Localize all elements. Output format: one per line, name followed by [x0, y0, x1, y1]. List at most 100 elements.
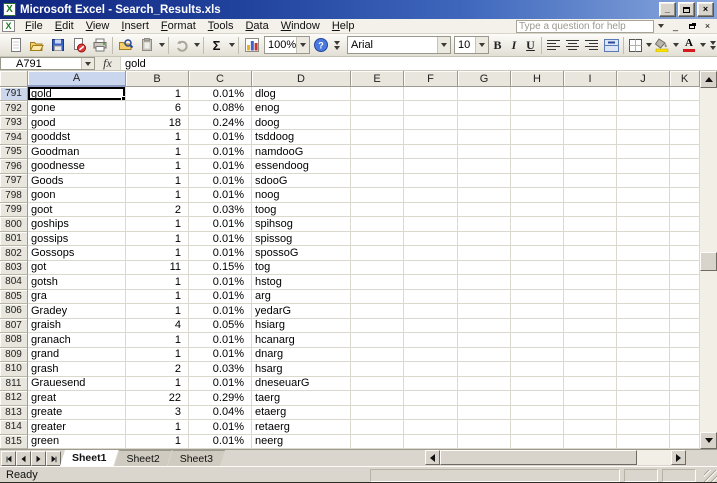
cell-J811[interactable] [617, 376, 670, 392]
cell-A802[interactable]: Gossops [28, 246, 126, 261]
cell-H803[interactable] [511, 260, 564, 276]
cell-F801[interactable] [404, 231, 458, 247]
cell-I811[interactable] [564, 376, 617, 392]
font-color-button[interactable]: A [680, 35, 698, 55]
align-right-button[interactable] [582, 35, 601, 55]
cell-G812[interactable] [458, 391, 511, 406]
cell-F806[interactable] [404, 304, 458, 319]
cell-A814[interactable]: greater [28, 420, 126, 435]
align-center-button[interactable] [563, 35, 582, 55]
workbook-close-button[interactable]: × [701, 20, 714, 32]
cell-F791[interactable] [404, 87, 458, 102]
cell-D802[interactable]: spossoG [252, 246, 351, 261]
cell-I805[interactable] [564, 289, 617, 305]
cell-G806[interactable] [458, 304, 511, 319]
cell-J810[interactable] [617, 362, 670, 377]
cell-B810[interactable]: 2 [126, 362, 189, 377]
cell-K807[interactable] [670, 318, 700, 334]
cell-H799[interactable] [511, 202, 564, 218]
cell-H808[interactable] [511, 333, 564, 348]
cell-J792[interactable] [617, 101, 670, 116]
cell-F795[interactable] [404, 144, 458, 160]
cell-B792[interactable]: 6 [126, 101, 189, 116]
cell-D815[interactable]: neerg [252, 434, 351, 449]
cell-F793[interactable] [404, 115, 458, 131]
cell-K791[interactable] [670, 87, 700, 102]
cell-F800[interactable] [404, 217, 458, 232]
menu-format[interactable]: Format [155, 19, 202, 33]
cell-C815[interactable]: 0.01% [189, 434, 252, 449]
row-header-792[interactable]: 792 [0, 101, 28, 116]
cell-J814[interactable] [617, 420, 670, 435]
cell-D807[interactable]: hsiarg [252, 318, 351, 334]
cell-A803[interactable]: got [28, 260, 126, 276]
cell-I810[interactable] [564, 362, 617, 377]
cell-B798[interactable]: 1 [126, 188, 189, 203]
row-header-805[interactable]: 805 [0, 289, 28, 305]
cell-D812[interactable]: taerg [252, 391, 351, 406]
cell-B803[interactable]: 11 [126, 260, 189, 276]
cell-H811[interactable] [511, 376, 564, 392]
cell-G796[interactable] [458, 159, 511, 174]
standard-toolbar-options[interactable] [331, 35, 343, 56]
search-button[interactable] [115, 35, 136, 55]
cell-H805[interactable] [511, 289, 564, 305]
cell-H801[interactable] [511, 231, 564, 247]
menu-data[interactable]: Data [239, 19, 274, 33]
cell-J796[interactable] [617, 159, 670, 174]
cell-B813[interactable]: 3 [126, 405, 189, 421]
cell-J805[interactable] [617, 289, 670, 305]
cell-K812[interactable] [670, 391, 700, 406]
menu-file[interactable]: File [19, 19, 49, 33]
menu-edit[interactable]: Edit [49, 19, 80, 33]
type-question-box[interactable]: Type a question for help [516, 19, 654, 33]
cell-G798[interactable] [458, 188, 511, 203]
cell-I801[interactable] [564, 231, 617, 247]
cell-F792[interactable] [404, 101, 458, 116]
cell-B806[interactable]: 1 [126, 304, 189, 319]
cell-E795[interactable] [351, 144, 404, 160]
row-header-812[interactable]: 812 [0, 391, 28, 406]
cell-B795[interactable]: 1 [126, 144, 189, 160]
menu-help[interactable]: Help [326, 19, 361, 33]
cell-K808[interactable] [670, 333, 700, 348]
cell-F811[interactable] [404, 376, 458, 392]
cell-A810[interactable]: grash [28, 362, 126, 377]
cell-C803[interactable]: 0.15% [189, 260, 252, 276]
cell-C797[interactable]: 0.01% [189, 173, 252, 189]
cell-B794[interactable]: 1 [126, 130, 189, 145]
cell-I813[interactable] [564, 405, 617, 421]
cell-D800[interactable]: spihsog [252, 217, 351, 232]
cell-A807[interactable]: graish [28, 318, 126, 334]
workbook-minimize-button[interactable]: _ [669, 20, 682, 32]
cell-J795[interactable] [617, 144, 670, 160]
maximize-button[interactable] [678, 2, 695, 17]
cell-H806[interactable] [511, 304, 564, 319]
cell-J812[interactable] [617, 391, 670, 406]
cell-K801[interactable] [670, 231, 700, 247]
cell-G793[interactable] [458, 115, 511, 131]
cell-H800[interactable] [511, 217, 564, 232]
open-button[interactable] [26, 35, 47, 55]
cell-D814[interactable]: retaerg [252, 420, 351, 435]
cell-D798[interactable]: noog [252, 188, 351, 203]
horizontal-scroll-thumb[interactable] [440, 450, 637, 465]
cell-G797[interactable] [458, 173, 511, 189]
zoom-combo[interactable]: 100% [264, 36, 310, 54]
workbook-restore-button[interactable] [685, 20, 698, 32]
cell-E801[interactable] [351, 231, 404, 247]
cell-J815[interactable] [617, 434, 670, 449]
cell-J813[interactable] [617, 405, 670, 421]
cell-E803[interactable] [351, 260, 404, 276]
cell-B815[interactable]: 1 [126, 434, 189, 449]
cell-J800[interactable] [617, 217, 670, 232]
last-sheet-button[interactable] [46, 451, 61, 466]
cell-J793[interactable] [617, 115, 670, 131]
cell-K805[interactable] [670, 289, 700, 305]
paste-dropdown[interactable] [157, 35, 166, 55]
first-sheet-button[interactable] [1, 451, 16, 466]
cell-K815[interactable] [670, 434, 700, 449]
cell-G810[interactable] [458, 362, 511, 377]
autosum-dropdown[interactable] [227, 35, 236, 55]
cell-C795[interactable]: 0.01% [189, 144, 252, 160]
